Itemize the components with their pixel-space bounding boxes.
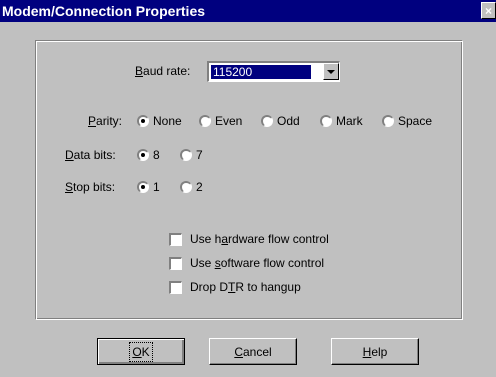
radio-button[interactable]: [137, 149, 149, 161]
data-bits-option-7[interactable]: 7: [180, 148, 203, 162]
baud-rate-value: 115200: [211, 65, 311, 79]
parity-option-label: Mark: [336, 114, 363, 128]
ok-button-label: OK: [129, 341, 153, 362]
checkbox-box[interactable]: [169, 256, 182, 270]
parity-option-label: None: [153, 114, 182, 128]
stop-bits-label: Stop bits:: [65, 180, 116, 194]
radio-button[interactable]: [199, 115, 211, 127]
data-bits-option-8[interactable]: 8: [137, 148, 160, 162]
baud-rate-select[interactable]: 115200: [207, 61, 340, 82]
chevron-down-icon: [327, 69, 335, 74]
software-flow-control-checkbox[interactable]: Use software flow control: [169, 256, 324, 270]
stop-bits-option-label: 2: [196, 180, 203, 194]
software-flow-control-label: Use software flow control: [190, 256, 325, 270]
parity-option-label: Odd: [277, 114, 300, 128]
drop-dtr-checkbox[interactable]: Drop DTR to hangup: [169, 280, 301, 294]
parity-option-label: Space: [398, 114, 433, 128]
checkbox-box[interactable]: [169, 280, 182, 294]
close-icon: ×: [484, 3, 492, 18]
close-button[interactable]: ×: [481, 2, 496, 19]
ok-button[interactable]: OK: [97, 338, 185, 365]
radio-button[interactable]: [261, 115, 273, 127]
radio-button[interactable]: [137, 115, 149, 127]
cancel-button[interactable]: Cancel: [209, 338, 297, 365]
window-title: Modem/Connection Properties: [2, 3, 206, 19]
baud-rate-dropdown-button[interactable]: [323, 63, 339, 80]
parity-option-even[interactable]: Even: [199, 114, 242, 128]
stop-bits-option-1[interactable]: 1: [137, 180, 160, 194]
parity-option-label: Even: [215, 114, 243, 128]
radio-button[interactable]: [180, 181, 192, 193]
hardware-flow-control-checkbox[interactable]: Use hardware flow control: [169, 232, 329, 246]
parity-option-none[interactable]: None: [137, 114, 182, 128]
radio-button[interactable]: [382, 115, 394, 127]
parity-label: Parity:: [88, 114, 123, 128]
data-bits-option-label: 7: [196, 148, 203, 162]
data-bits-option-label: 8: [153, 148, 160, 162]
parity-option-space[interactable]: Space: [382, 114, 432, 128]
hardware-flow-control-label: Use hardware flow control: [190, 232, 329, 246]
help-button[interactable]: Help: [331, 338, 419, 365]
help-button-label: Help: [362, 344, 388, 359]
stop-bits-option-label: 1: [153, 180, 160, 194]
radio-button[interactable]: [320, 115, 332, 127]
radio-button[interactable]: [180, 149, 192, 161]
drop-dtr-label: Drop DTR to hangup: [190, 280, 301, 294]
radio-button[interactable]: [137, 181, 149, 193]
stop-bits-option-2[interactable]: 2: [180, 180, 203, 194]
checkbox-box[interactable]: [169, 232, 182, 246]
parity-option-odd[interactable]: Odd: [261, 114, 300, 128]
title-bar[interactable]: Modem/Connection Properties ×: [0, 0, 496, 22]
data-bits-label: Data bits:: [65, 148, 116, 162]
baud-rate-label: Baud rate:: [135, 64, 191, 78]
parity-option-mark[interactable]: Mark: [320, 114, 363, 128]
cancel-button-label: Cancel: [234, 344, 272, 359]
